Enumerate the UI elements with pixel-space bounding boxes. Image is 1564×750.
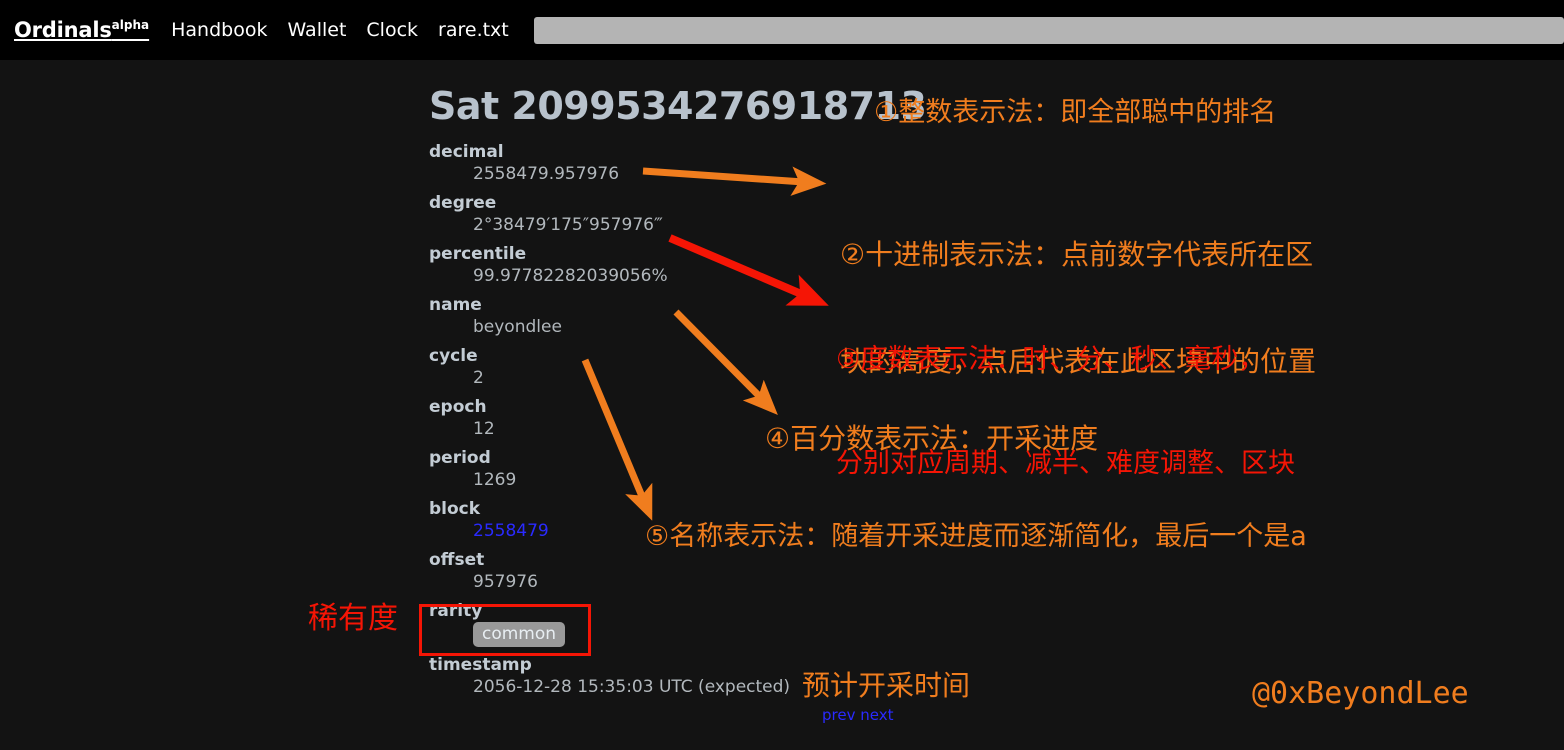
brand-logo[interactable]: Ordinalsalpha [14,18,149,42]
prev-link[interactable]: prev [822,706,855,724]
field-label-decimal: decimal [429,142,504,162]
sat-details-list: decimal 2558479.957976 degree 2°38479′17… [429,142,1129,698]
field-value-name: beyondlee [473,317,562,337]
field-label-cycle: cycle [429,346,478,366]
annotation-author-handle: @0xBeyondLee [1252,676,1469,711]
field-label-period: period [429,448,491,468]
nav-item-handbook[interactable]: Handbook [171,19,267,41]
sat-detail-page: Sat 2099534276918713 decimal 2558479.957… [429,60,1129,724]
page-title: Sat 2099534276918713 [429,84,927,128]
site-header: Ordinalsalpha Handbook Wallet Clock rare… [0,0,1564,60]
field-value-degree: 2°38479′175″957976‴ [473,215,663,235]
field-value-cycle: 2 [473,368,484,388]
field-label-rarity: rarity [429,601,483,621]
brand-superscript: alpha [111,18,150,32]
field-label-offset: offset [429,550,485,570]
nav-item-rare-txt[interactable]: rare.txt [438,19,509,41]
nav-item-wallet[interactable]: Wallet [287,19,346,41]
field-label-timestamp: timestamp [429,655,532,675]
field-value-percentile: 99.97782282039056% [473,266,668,286]
field-label-block: block [429,499,481,519]
rarity-badge: common [473,622,566,647]
field-value-offset: 957976 [473,572,538,592]
annotation-rarity-label: 稀有度 [308,601,398,636]
block-link[interactable]: 2558479 [473,521,549,541]
field-value-period: 1269 [473,470,517,490]
field-value-epoch: 12 [473,419,495,439]
field-label-epoch: epoch [429,397,487,417]
brand-name: Ordinals [14,18,112,42]
next-link[interactable]: next [860,706,893,724]
pagination: prev next [822,706,1129,724]
field-value-timestamp: 2056-12-28 15:35:03 UTC (expected) [473,677,791,697]
field-label-degree: degree [429,193,497,213]
field-value-block[interactable]: 2558479 [473,520,1129,542]
field-label-percentile: percentile [429,244,527,264]
field-value-rarity: common [473,622,1129,647]
field-label-name: name [429,295,482,315]
search-input[interactable] [533,16,1564,44]
nav-item-clock[interactable]: Clock [366,19,418,41]
field-value-decimal: 2558479.957976 [473,164,620,184]
